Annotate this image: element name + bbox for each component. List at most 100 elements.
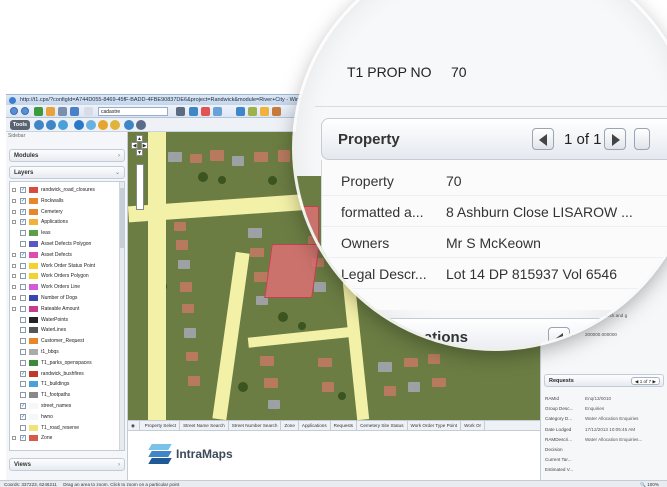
forward-icon[interactable] bbox=[21, 107, 29, 115]
layer-checkbox[interactable]: ✓ bbox=[20, 251, 26, 258]
layer-item[interactable]: Asset Defects Polygon bbox=[10, 239, 122, 249]
print-icon[interactable] bbox=[58, 107, 67, 116]
layer-item[interactable]: ✓ Rockwalls bbox=[10, 196, 122, 206]
layer-checkbox[interactable] bbox=[20, 392, 26, 399]
home-icon[interactable] bbox=[46, 107, 55, 116]
expand-icon[interactable] bbox=[12, 252, 16, 257]
layer-checkbox[interactable]: ✓ bbox=[20, 187, 26, 193]
expand-icon[interactable] bbox=[12, 198, 16, 203]
layer-checkbox[interactable] bbox=[20, 424, 26, 431]
views-panel-header[interactable]: Views › bbox=[9, 458, 125, 471]
layer-item[interactable]: ✓ hwno bbox=[10, 412, 122, 422]
layer-checkbox[interactable] bbox=[20, 262, 26, 269]
layer-checkbox[interactable]: ✓ bbox=[20, 208, 26, 215]
pan-left-icon[interactable]: ◀ bbox=[131, 142, 138, 149]
layer-item[interactable]: T1_footpaths bbox=[10, 390, 122, 400]
layer-checkbox[interactable] bbox=[20, 230, 26, 237]
pan-right-icon[interactable]: ▶ bbox=[141, 142, 148, 149]
layer-item[interactable]: ✓ Asset Defects bbox=[10, 250, 122, 260]
next-record-button[interactable] bbox=[604, 128, 626, 150]
layer-item[interactable]: Customer_Request bbox=[10, 336, 122, 346]
panel-menu-button[interactable] bbox=[634, 128, 650, 150]
zoom-out-tool-icon[interactable] bbox=[46, 120, 56, 130]
tabs-home-icon[interactable]: ◉ bbox=[128, 421, 140, 430]
layer-checkbox[interactable] bbox=[20, 273, 26, 280]
module-tab[interactable]: Zone bbox=[281, 421, 299, 430]
layer-item[interactable]: Ieas bbox=[10, 228, 122, 238]
expand-icon[interactable] bbox=[12, 188, 16, 192]
layer-checkbox[interactable] bbox=[20, 359, 26, 366]
layer-item[interactable]: Work Orders Line bbox=[10, 282, 122, 292]
expand-icon[interactable] bbox=[12, 274, 16, 279]
layer-checkbox[interactable] bbox=[20, 316, 26, 323]
clear-icon[interactable] bbox=[201, 107, 210, 116]
layer-item[interactable]: ✓ randwick_road_closures bbox=[10, 185, 122, 195]
previous-record-button[interactable] bbox=[532, 128, 554, 150]
module-tab[interactable]: Work Order Type Point bbox=[408, 421, 462, 430]
layer-checkbox[interactable]: ✓ bbox=[20, 413, 26, 420]
redline-tool-icon[interactable] bbox=[98, 120, 108, 130]
save-icon[interactable] bbox=[70, 107, 79, 116]
tools-button[interactable]: Tools bbox=[10, 120, 30, 130]
layer-checkbox[interactable]: ✓ bbox=[20, 197, 26, 204]
layer-item[interactable]: T1_parks_openspaces bbox=[10, 358, 122, 368]
layer-checkbox[interactable] bbox=[20, 295, 26, 301]
layer-item[interactable]: T1_road_reserve bbox=[10, 423, 122, 433]
property-panel-header[interactable]: Property 1 of 1 bbox=[321, 118, 667, 160]
zoom-slider[interactable] bbox=[136, 164, 144, 210]
requests-pager[interactable]: ◀ 1 of 7 ▶ bbox=[630, 377, 660, 385]
expand-icon[interactable] bbox=[12, 220, 16, 225]
layer-checkbox[interactable] bbox=[20, 241, 26, 247]
layer-item[interactable]: ✓ Applications bbox=[10, 217, 122, 227]
back-icon[interactable] bbox=[10, 107, 18, 115]
search-layer-field[interactable]: cadastre bbox=[98, 107, 168, 116]
zoom-level[interactable]: 🔍 100% bbox=[640, 481, 659, 487]
requests-panel-header[interactable]: Requests ◀ 1 of 7 ▶ bbox=[544, 374, 664, 387]
layer-item[interactable]: WaterPoints bbox=[10, 315, 122, 325]
layer-checkbox[interactable]: ✓ bbox=[20, 435, 26, 442]
layer-item[interactable]: T1_buildings bbox=[10, 379, 122, 389]
layer-checkbox[interactable]: ✓ bbox=[20, 219, 26, 226]
expand-icon[interactable] bbox=[12, 263, 16, 268]
pan-up-icon[interactable]: ▲ bbox=[136, 135, 143, 142]
layer-checkbox[interactable] bbox=[20, 381, 26, 388]
select-tool-icon[interactable] bbox=[86, 120, 96, 130]
layer-item[interactable]: ✓ street_names bbox=[10, 401, 122, 411]
dropdown-icon[interactable] bbox=[176, 107, 185, 116]
expand-icon[interactable] bbox=[12, 296, 16, 300]
applications-panel-header[interactable]: Applications bbox=[321, 318, 667, 348]
layer-item[interactable]: Rateable Amount bbox=[10, 304, 122, 314]
applications-previous-button[interactable] bbox=[548, 327, 570, 348]
layer-checkbox[interactable]: ✓ bbox=[20, 370, 26, 377]
module-tab[interactable]: Cemetery Site Status bbox=[357, 421, 408, 430]
expand-icon[interactable] bbox=[12, 306, 16, 311]
layer-checkbox[interactable] bbox=[20, 305, 26, 312]
layer-checkbox[interactable] bbox=[20, 284, 26, 291]
layer-item[interactable]: Number of Dogs bbox=[10, 293, 122, 303]
measure-icon[interactable] bbox=[260, 107, 269, 116]
identify-icon[interactable] bbox=[213, 107, 222, 116]
module-tab[interactable]: Street Number Search bbox=[229, 421, 282, 430]
expand-icon[interactable] bbox=[12, 285, 16, 290]
layer-checkbox[interactable] bbox=[20, 349, 26, 355]
module-tab[interactable]: Street Name Search bbox=[180, 421, 229, 430]
module-tab[interactable]: Work Or bbox=[461, 421, 486, 430]
layer-checkbox[interactable]: ✓ bbox=[20, 403, 26, 409]
layer-item[interactable]: Work Orders Polygon bbox=[10, 271, 122, 281]
find-tool-icon[interactable] bbox=[124, 120, 134, 130]
module-tab[interactable]: Requests bbox=[331, 421, 358, 430]
layer-item[interactable]: WaterLines bbox=[10, 325, 122, 335]
layer-item[interactable]: t1_bbqs bbox=[10, 347, 122, 357]
refresh-icon[interactable] bbox=[34, 107, 43, 116]
expand-icon[interactable] bbox=[12, 436, 16, 441]
layer-item[interactable]: ✓ Zone bbox=[10, 433, 122, 443]
bookmark-icon[interactable] bbox=[248, 107, 257, 116]
export-icon[interactable] bbox=[272, 107, 281, 116]
modules-panel-header[interactable]: Modules › bbox=[9, 149, 125, 162]
layer-item[interactable]: ✓ Cemetery bbox=[10, 207, 122, 217]
pan-tool-icon[interactable] bbox=[58, 120, 68, 130]
layer-item[interactable]: ✓ randwick_bushfires bbox=[10, 369, 122, 379]
layer-checkbox[interactable] bbox=[20, 338, 26, 345]
layer-checkbox[interactable] bbox=[20, 327, 26, 334]
info-tool-icon[interactable] bbox=[74, 120, 84, 130]
